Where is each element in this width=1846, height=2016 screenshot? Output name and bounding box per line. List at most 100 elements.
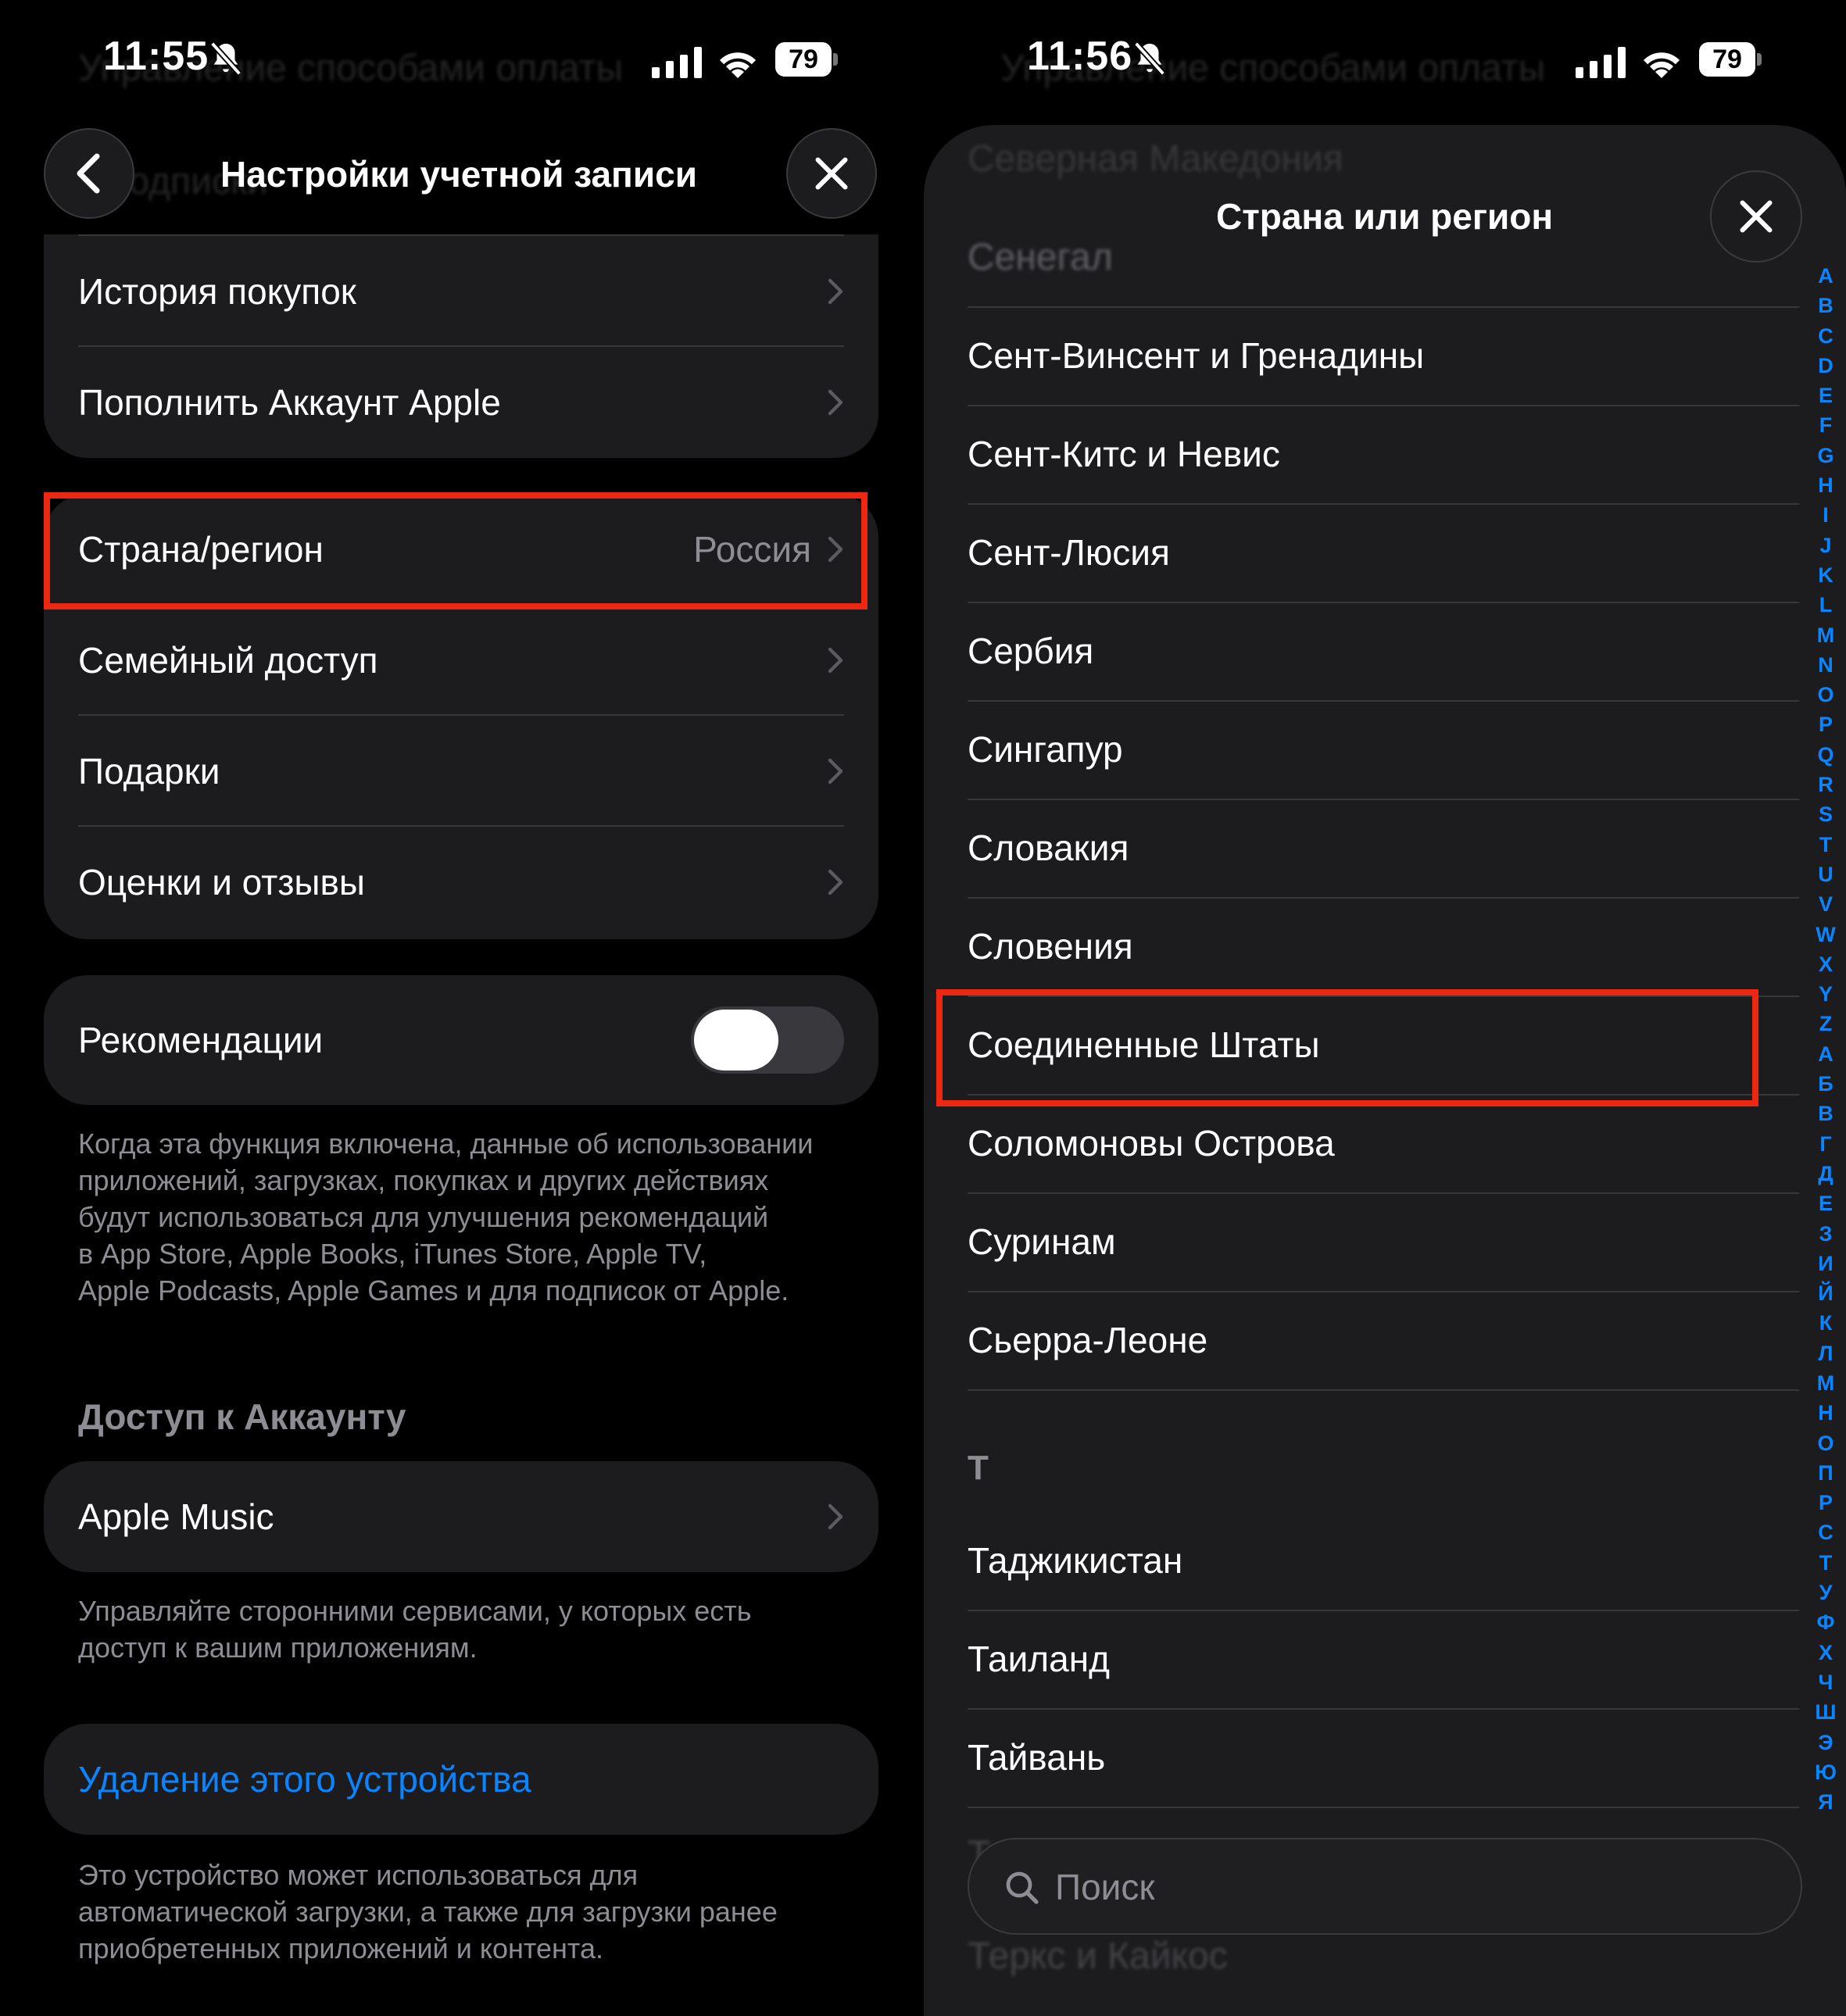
index-letter[interactable]: Н (1810, 1398, 1841, 1428)
footnote-line: доступ к вашим приложениям. (78, 1632, 478, 1664)
index-letter[interactable]: Ю (1810, 1757, 1841, 1787)
index-letter[interactable]: I (1810, 500, 1841, 530)
country-row[interactable]: Словакия (968, 800, 1799, 899)
remove-device-button[interactable]: Удаление этого устройства (44, 1724, 878, 1835)
country-row[interactable]: Сент-Китс и Невис (968, 406, 1799, 505)
index-letter[interactable]: М (1810, 1368, 1841, 1398)
account-access-footnote: Управляйте сторонними сервисами, у котор… (78, 1592, 860, 1666)
index-letter[interactable]: A (1810, 261, 1841, 291)
list-item-label: Оценки и отзывы (78, 862, 365, 903)
index-letter[interactable]: G (1810, 441, 1841, 470)
list-item-label: Семейный доступ (78, 640, 378, 681)
page-title: Страна или регион (1216, 196, 1554, 237)
index-letter[interactable]: Ф (1810, 1607, 1841, 1637)
country-row[interactable]: Сент-Винсент и Гренадины (968, 308, 1799, 406)
index-letter[interactable]: R (1810, 770, 1841, 799)
index-letter[interactable]: Д (1810, 1159, 1841, 1189)
ghost-row: Теркс и Кайкос (968, 1936, 1228, 1977)
index-letter[interactable]: D (1810, 351, 1841, 381)
index-letter[interactable]: P (1810, 710, 1841, 739)
index-letter[interactable]: П (1810, 1458, 1841, 1488)
index-letter[interactable]: К (1810, 1308, 1841, 1338)
country-row[interactable]: Соломоновы Острова (968, 1096, 1799, 1194)
index-letter[interactable]: U (1810, 860, 1841, 889)
back-button[interactable] (44, 128, 134, 219)
country-label: Словения (968, 926, 1133, 967)
country-row[interactable]: Сент-Люсия (968, 505, 1799, 603)
country-label: Сент-Винсент и Гренадины (968, 335, 1425, 376)
list-item-label: Рекомендации (78, 1020, 324, 1060)
index-letter[interactable]: Р (1810, 1488, 1841, 1517)
index-letter[interactable]: O (1810, 680, 1841, 710)
index-letter[interactable]: K (1810, 560, 1841, 590)
country-row[interactable]: Таиланд (968, 1611, 1799, 1710)
index-letter[interactable]: C (1810, 321, 1841, 351)
index-letter[interactable]: F (1810, 410, 1841, 440)
index-letter[interactable]: H (1810, 470, 1841, 500)
index-letter[interactable]: T (1810, 830, 1841, 860)
battery-level: 79 (775, 42, 832, 77)
list-item-apple-music[interactable]: Apple Music (44, 1461, 878, 1572)
bell-slash-icon (209, 41, 242, 76)
index-letter[interactable]: О (1810, 1428, 1841, 1458)
index-letter[interactable]: S (1810, 799, 1841, 829)
list-item-label: Пополнить Аккаунт Apple (78, 382, 501, 423)
recommendations-toggle[interactable] (691, 1006, 844, 1074)
list-item-gifts[interactable]: Подарки (44, 716, 878, 827)
list-item-purchase-history[interactable]: История покупок (44, 236, 878, 347)
list-item-ratings-reviews[interactable]: Оценки и отзывы (44, 827, 878, 938)
search-field[interactable]: Поиск (968, 1838, 1802, 1935)
index-letter[interactable]: Ч (1810, 1667, 1841, 1697)
country-row[interactable]: Таджикистан (968, 1513, 1799, 1611)
country-row[interactable]: Тайвань (968, 1710, 1799, 1808)
index-letter[interactable]: Т (1810, 1548, 1841, 1578)
country-label: Таиланд (968, 1639, 1110, 1679)
index-letter[interactable]: M (1810, 620, 1841, 650)
index-letter[interactable]: Я (1810, 1787, 1841, 1817)
country-row[interactable]: Сингапур (968, 702, 1799, 800)
country-row[interactable]: Сербия (968, 603, 1799, 702)
index-letter[interactable]: Э (1810, 1728, 1841, 1757)
alphabet-index[interactable]: ABCDEFGHIJKLMNOPQRSTUVWXYZАБВГДЕЗИЙКЛМНО… (1810, 261, 1841, 1817)
country-row[interactable]: Словения (968, 899, 1799, 997)
close-button[interactable] (786, 128, 877, 219)
index-letter[interactable]: V (1810, 889, 1841, 919)
country-row[interactable]: Сьерра-Леоне (968, 1292, 1799, 1391)
index-letter[interactable]: Г (1810, 1129, 1841, 1159)
close-button[interactable] (1710, 170, 1802, 263)
chevron-right-icon (828, 647, 843, 674)
index-letter[interactable]: Y (1810, 979, 1841, 1009)
index-letter[interactable]: С (1810, 1517, 1841, 1547)
index-letter[interactable]: Б (1810, 1069, 1841, 1099)
country-row[interactable]: Суринам (968, 1194, 1799, 1292)
index-letter[interactable]: Q (1810, 740, 1841, 770)
index-letter[interactable]: Е (1810, 1189, 1841, 1218)
battery-icon: 79 (775, 42, 838, 77)
section-header-account-access: Доступ к Аккаунту (78, 1396, 406, 1437)
index-letter[interactable]: Х (1810, 1638, 1841, 1667)
index-letter[interactable]: E (1810, 381, 1841, 410)
index-letter[interactable]: N (1810, 650, 1841, 680)
highlight-frame (44, 492, 868, 609)
index-letter[interactable]: X (1810, 949, 1841, 979)
list-item-family-sharing[interactable]: Семейный доступ (44, 605, 878, 716)
index-letter[interactable]: Ш (1810, 1697, 1841, 1727)
index-letter[interactable]: L (1810, 590, 1841, 620)
index-letter[interactable]: А (1810, 1039, 1841, 1069)
index-letter[interactable]: У (1810, 1578, 1841, 1607)
footnote-line: будут использоваться для улучшения реком… (78, 1201, 769, 1233)
status-bar: 11:55 79 (0, 33, 922, 95)
cellular-signal-icon (1576, 47, 1626, 78)
index-letter[interactable]: J (1810, 531, 1841, 560)
index-letter[interactable]: W (1810, 920, 1841, 949)
index-letter[interactable]: B (1810, 291, 1841, 320)
index-letter[interactable]: Й (1810, 1278, 1841, 1308)
list-item-top-up-apple-account[interactable]: Пополнить Аккаунт Apple (44, 347, 878, 458)
country-label: Сент-Люсия (968, 532, 1170, 573)
index-letter[interactable]: И (1810, 1249, 1841, 1278)
ghost-row: Северная Македония (968, 138, 1343, 180)
index-letter[interactable]: В (1810, 1099, 1841, 1128)
index-letter[interactable]: З (1810, 1219, 1841, 1249)
index-letter[interactable]: Z (1810, 1009, 1841, 1038)
index-letter[interactable]: Л (1810, 1339, 1841, 1368)
